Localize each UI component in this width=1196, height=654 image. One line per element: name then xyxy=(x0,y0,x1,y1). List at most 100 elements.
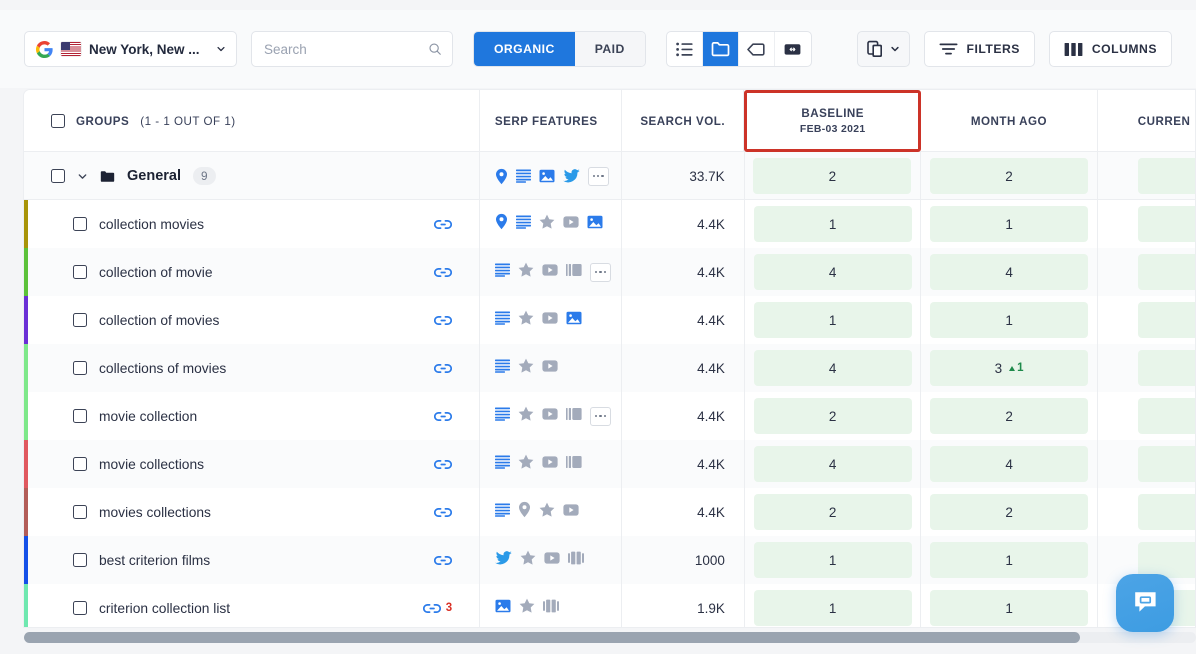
group-row-general[interactable]: General 9 33.7K 2 2 xyxy=(24,152,1196,200)
row-checkbox[interactable] xyxy=(73,361,87,375)
serp-overflow-button[interactable] xyxy=(587,166,609,186)
snippet-icon[interactable] xyxy=(495,455,511,474)
image-icon[interactable] xyxy=(587,215,603,234)
row-checkbox[interactable] xyxy=(73,553,87,567)
snippet-icon[interactable] xyxy=(495,503,511,522)
horizontal-scrollbar[interactable] xyxy=(24,632,1196,643)
video-icon[interactable] xyxy=(563,503,579,521)
keyword-url-link[interactable] xyxy=(434,410,453,423)
keyword-url-link[interactable]: 3 xyxy=(422,602,452,615)
header-current[interactable]: CURREN xyxy=(1098,90,1196,152)
keyword-label: movie collections xyxy=(99,456,205,472)
row-checkbox[interactable] xyxy=(73,313,87,327)
chevron-down-icon[interactable] xyxy=(77,171,88,182)
keyword-url-link[interactable] xyxy=(434,506,453,519)
video-icon[interactable] xyxy=(542,263,558,281)
keyword-url-link[interactable] xyxy=(434,314,453,327)
group-checkbox[interactable] xyxy=(51,169,65,183)
star-icon[interactable] xyxy=(520,550,536,570)
organic-paid-toggle: ORGANIC PAID xyxy=(473,31,646,67)
star-icon[interactable] xyxy=(519,598,535,618)
carousel-icon[interactable] xyxy=(566,263,582,282)
keyword-cell: collection movies xyxy=(24,200,481,248)
carousel-icon[interactable] xyxy=(566,407,582,426)
star-icon[interactable] xyxy=(518,310,534,330)
tag-view-icon[interactable] xyxy=(739,32,775,66)
table-row[interactable]: best criterion films 1000 1 1 xyxy=(24,536,1196,584)
serp-overflow-button[interactable] xyxy=(590,262,612,282)
snippet-icon[interactable] xyxy=(495,311,511,330)
row-checkbox[interactable] xyxy=(73,505,87,519)
star-icon[interactable] xyxy=(518,454,534,474)
snippet-icon[interactable] xyxy=(516,215,532,234)
serp-overflow-button[interactable] xyxy=(590,406,612,426)
header-serp-features[interactable]: SERP FEATURES xyxy=(480,90,623,152)
link-view-icon[interactable] xyxy=(775,32,811,66)
select-all-checkbox[interactable] xyxy=(51,114,65,128)
video-icon[interactable] xyxy=(542,311,558,329)
twitter-icon[interactable] xyxy=(562,169,580,183)
gallery-icon[interactable] xyxy=(568,551,585,570)
folder-view-icon[interactable] xyxy=(702,32,739,66)
keyword-url-link[interactable] xyxy=(434,554,453,567)
video-icon[interactable] xyxy=(542,359,558,377)
keyword-url-link[interactable] xyxy=(434,458,453,471)
snippet-icon[interactable] xyxy=(495,359,511,378)
snippet-icon[interactable] xyxy=(495,407,511,426)
video-icon[interactable] xyxy=(542,455,558,473)
baseline-cell: 1 xyxy=(745,296,922,344)
table-row[interactable]: collections of movies 4.4K 4 3 1 xyxy=(24,344,1196,392)
header-month-ago[interactable]: MONTH AGO xyxy=(921,90,1098,152)
table-row[interactable]: collection of movies 4.4K 1 1 xyxy=(24,296,1196,344)
table-row[interactable]: movie collection 4.4K 2 2 xyxy=(24,392,1196,440)
search-input[interactable] xyxy=(264,41,424,57)
tab-organic[interactable]: ORGANIC xyxy=(474,32,575,66)
star-icon[interactable] xyxy=(518,358,534,378)
video-icon[interactable] xyxy=(542,407,558,425)
table-row[interactable]: criterion collection list 3 1.9K 1 1 xyxy=(24,584,1196,627)
star-icon[interactable] xyxy=(539,214,555,234)
location-picker[interactable]: New York, New ... xyxy=(24,31,237,67)
image-icon[interactable] xyxy=(539,169,555,183)
video-icon[interactable] xyxy=(563,215,579,233)
carousel-icon[interactable] xyxy=(566,455,582,474)
header-search-volume[interactable]: SEARCH VOL. xyxy=(622,90,745,152)
star-icon[interactable] xyxy=(518,262,534,282)
tab-paid[interactable]: PAID xyxy=(574,32,645,66)
row-checkbox[interactable] xyxy=(73,457,87,471)
row-checkbox[interactable] xyxy=(73,409,87,423)
header-baseline[interactable]: BASELINE FEB-03 2021 xyxy=(744,90,922,152)
image-icon[interactable] xyxy=(495,599,511,618)
snippet-icon[interactable] xyxy=(495,263,511,282)
twitter-icon[interactable] xyxy=(495,550,512,570)
list-view-icon[interactable] xyxy=(667,32,703,66)
star-icon[interactable] xyxy=(518,406,534,426)
row-checkbox[interactable] xyxy=(73,265,87,279)
star-icon[interactable] xyxy=(539,502,555,522)
video-icon[interactable] xyxy=(544,551,560,569)
map-pin-icon[interactable] xyxy=(495,213,508,235)
table-row[interactable]: collection of movie 4.4K 4 4 xyxy=(24,248,1196,296)
row-checkbox[interactable] xyxy=(73,217,87,231)
keyword-url-link[interactable] xyxy=(434,266,453,279)
search-box[interactable] xyxy=(251,31,453,67)
gallery-icon[interactable] xyxy=(543,599,560,618)
map-pin-icon[interactable] xyxy=(495,168,508,185)
keyword-url-link[interactable] xyxy=(434,218,453,231)
chat-button[interactable] xyxy=(1116,574,1174,632)
keyword-url-link[interactable] xyxy=(434,362,453,375)
copy-dropdown-button[interactable] xyxy=(856,31,910,67)
serp-features-cell xyxy=(480,344,623,392)
image-icon[interactable] xyxy=(566,311,582,330)
columns-button[interactable]: COLUMNS xyxy=(1048,31,1172,67)
scrollbar-thumb[interactable] xyxy=(24,632,1080,643)
snippet-icon[interactable] xyxy=(515,169,531,183)
table-row[interactable]: movie collections 4.4K 4 4 xyxy=(24,440,1196,488)
map-pin-gray-icon[interactable] xyxy=(518,501,531,523)
filters-button[interactable]: FILTERS xyxy=(923,31,1035,67)
current-cell xyxy=(1098,248,1196,296)
row-checkbox[interactable] xyxy=(73,601,87,615)
table-row[interactable]: collection movies 4.4K 1 1 xyxy=(24,200,1196,248)
table-row[interactable]: movies collections 4.4K 2 2 xyxy=(24,488,1196,536)
search-icon[interactable] xyxy=(428,42,442,56)
